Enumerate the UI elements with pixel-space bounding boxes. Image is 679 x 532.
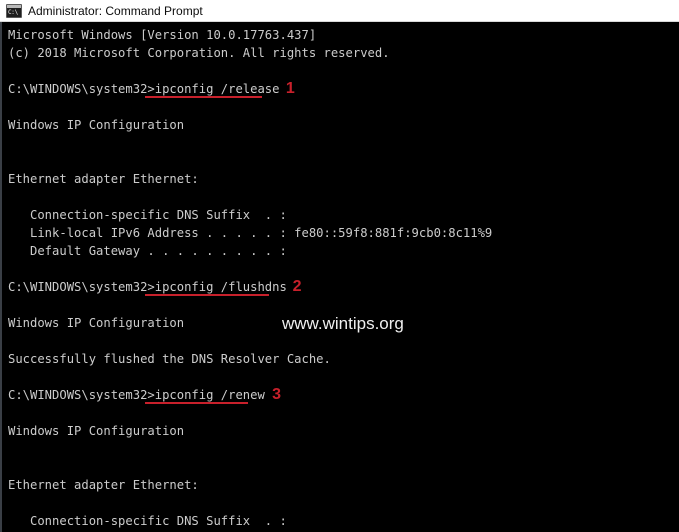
console-line: Microsoft Windows [Version 10.0.17763.43… (8, 28, 317, 42)
console-line: Default Gateway . . . . . . . . . : (8, 244, 287, 258)
console-line: Ethernet adapter Ethernet: (8, 172, 199, 186)
console-line: Link-local IPv6 Address . . . . . : fe80… (8, 226, 493, 240)
window-title: Administrator: Command Prompt (28, 3, 203, 18)
annotation-marker-2: 2 (292, 278, 302, 295)
annotation-underline (145, 96, 262, 98)
console-line: C:\WINDOWS\system32>ipconfig /release (8, 82, 280, 96)
console-line: Ethernet adapter Ethernet: (8, 478, 199, 492)
annotation-underline (145, 402, 249, 404)
console-output-area[interactable]: Microsoft Windows [Version 10.0.17763.43… (0, 22, 679, 532)
console-line: C:\WINDOWS\system32>ipconfig /renew (8, 388, 265, 402)
console-line: Connection-specific DNS Suffix . : (8, 514, 287, 528)
console-line: Windows IP Configuration (8, 118, 185, 132)
console-line: Successfully flushed the DNS Resolver Ca… (8, 352, 331, 366)
annotation-marker-3: 3 (272, 386, 281, 403)
console-window-icon: C:\ (6, 3, 22, 18)
annotation-marker-1: 1 (285, 80, 295, 97)
console-line: Connection-specific DNS Suffix . : (8, 208, 287, 222)
annotation-underline (145, 294, 269, 296)
command-prompt-window: C:\ Administrator: Command Prompt Micros… (0, 0, 679, 532)
window-titlebar[interactable]: C:\ Administrator: Command Prompt (0, 0, 679, 22)
console-line: C:\WINDOWS\system32>ipconfig /flushdns (8, 280, 287, 294)
site-watermark: www.wintips.org (282, 314, 404, 333)
console-text-buffer: Microsoft Windows [Version 10.0.17763.43… (2, 22, 679, 532)
console-icon-prompt-text: C:\ (8, 8, 18, 16)
console-line: Windows IP Configuration (8, 424, 185, 438)
console-line: (c) 2018 Microsoft Corporation. All righ… (8, 46, 390, 60)
